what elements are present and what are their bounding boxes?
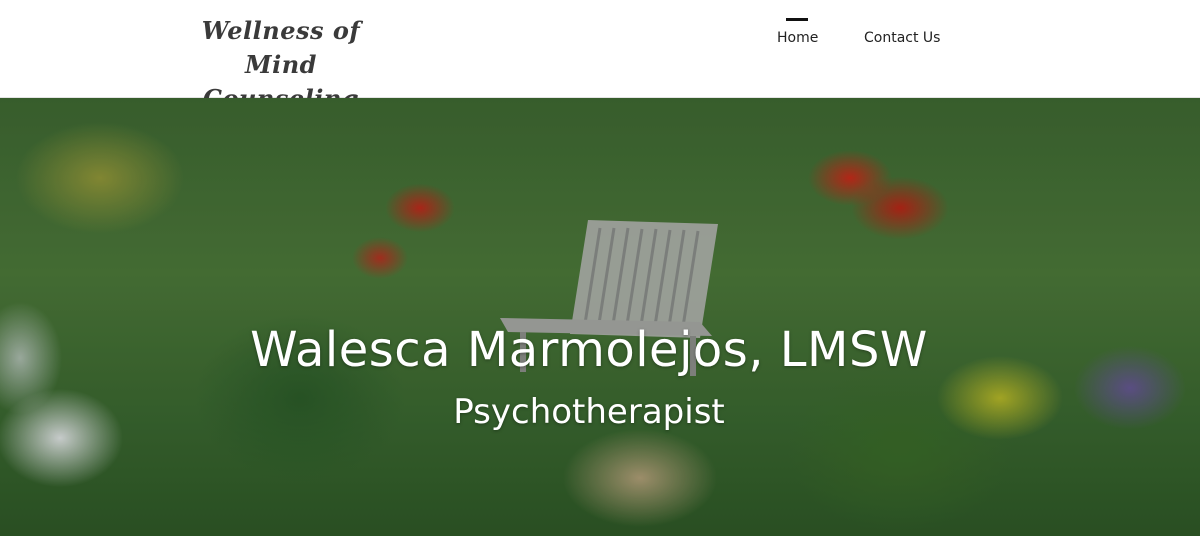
hero-banner: Walesca Marmolejos, LMSW Psychotherapist — [0, 98, 1200, 536]
logo-line-1: Wellness of Mind — [201, 16, 361, 79]
hero-subtitle: Psychotherapist — [453, 392, 725, 432]
nav-item-contact-us[interactable]: Contact Us — [864, 30, 940, 50]
nav-item-home[interactable]: Home — [777, 30, 818, 50]
hero-title: Walesca Marmolejos, LMSW — [250, 322, 928, 378]
active-nav-indicator — [786, 18, 808, 21]
hero-overlay — [0, 98, 1200, 536]
site-header: Wellness of Mind Counseling Home Contact… — [0, 0, 1200, 113]
